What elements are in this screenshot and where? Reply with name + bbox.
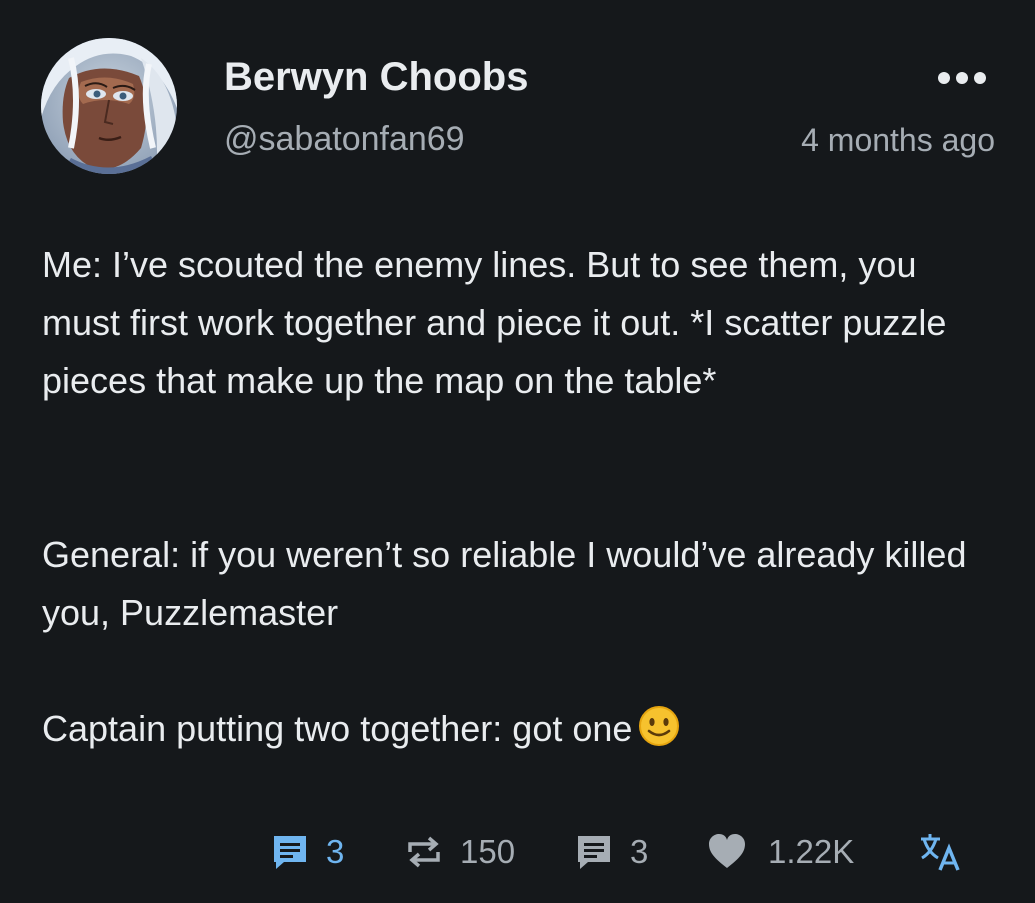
reply-button-self[interactable]: 3 xyxy=(270,828,344,876)
post-timestamp: 4 months ago xyxy=(801,122,995,158)
post-card: Berwyn Choobs @sabatonfan69 4 months ago… xyxy=(0,0,1035,903)
reblog-button[interactable]: 150 xyxy=(404,828,515,876)
like-button[interactable]: 1.22K xyxy=(706,828,854,876)
action-bar: 3 150 3 1.22K xyxy=(0,828,1035,876)
post-paragraph: Captain putting two together: got one xyxy=(42,708,633,749)
author-handle[interactable]: @sabatonfan69 xyxy=(224,120,465,159)
author-name[interactable]: Berwyn Choobs xyxy=(224,55,528,100)
avatar[interactable] xyxy=(41,38,177,174)
translate-button[interactable] xyxy=(918,828,962,876)
comment-count: 3 xyxy=(630,833,649,870)
comment-icon xyxy=(578,836,610,869)
post-paragraph-last: Captain putting two together: got one xyxy=(42,700,992,764)
post-paragraph: General: if you weren’t so reliable I wo… xyxy=(42,534,967,633)
post-paragraph: Me: I’ve scouted the enemy lines. But to… xyxy=(42,244,947,401)
replies-self-count: 3 xyxy=(326,833,345,870)
like-count: 1.22K xyxy=(768,833,855,870)
repost-icon xyxy=(408,836,440,868)
heart-icon xyxy=(709,834,745,868)
more-options-button[interactable] xyxy=(930,60,994,96)
reblog-count: 150 xyxy=(460,833,516,870)
comment-icon xyxy=(274,836,306,869)
more-dots-icon xyxy=(938,72,986,84)
slightly-smiling-face-emoji xyxy=(638,705,680,764)
post-body: Me: I’ve scouted the enemy lines. But to… xyxy=(42,236,992,764)
comment-button[interactable]: 3 xyxy=(574,828,648,876)
translate-icon xyxy=(921,834,960,871)
